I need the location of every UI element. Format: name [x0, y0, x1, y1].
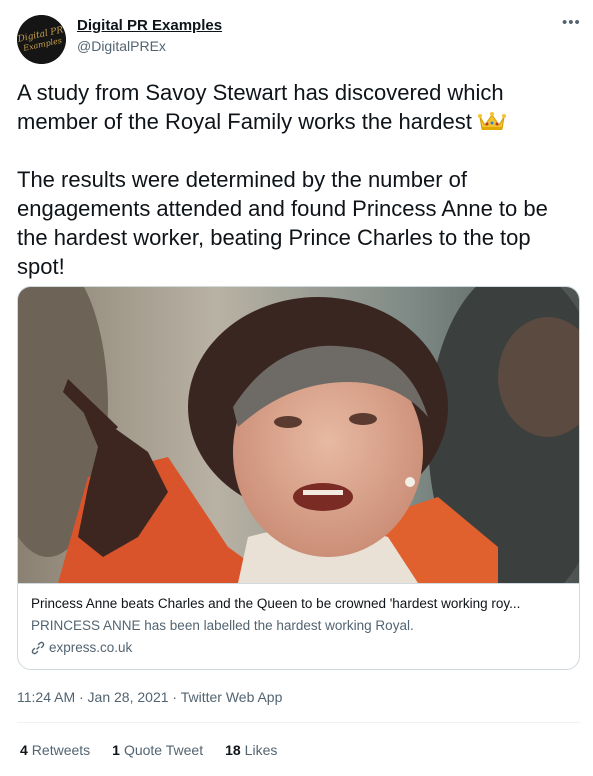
user-display-name[interactable]: Digital PR Examples	[77, 17, 222, 34]
quotes-count: 1	[112, 742, 120, 758]
retweets-stat[interactable]: 4 Retweets	[20, 742, 90, 758]
tweet-paragraph-1: A study from Savoy Stewart has discovere…	[17, 78, 577, 136]
more-horizontal-icon[interactable]: •••	[562, 14, 581, 31]
quote-tweets-stat[interactable]: 1 Quote Tweet	[112, 742, 203, 758]
card-domain[interactable]: express.co.uk	[31, 640, 132, 655]
digital-pr-examples-logo: Digital PR Examples	[17, 15, 66, 64]
card-domain-text: express.co.uk	[49, 640, 133, 655]
crown-emoji-icon	[477, 112, 506, 131]
avatar[interactable]: Digital PR Examples	[17, 15, 66, 64]
tweet-paragraph-2: The results were determined by the numbe…	[17, 167, 548, 279]
user-handle[interactable]: @DigitalPREx	[77, 38, 166, 54]
link-icon	[31, 641, 45, 654]
retweets-label: Retweets	[31, 742, 91, 758]
article-photo[interactable]	[18, 287, 580, 583]
likes-stat[interactable]: 18 Likes	[225, 742, 277, 758]
card-title[interactable]: Princess Anne beats Charles and the Quee…	[31, 596, 571, 611]
tweet-timestamp[interactable]: 11:24 AM · Jan 28, 2021 · Twitter Web Ap…	[17, 689, 282, 705]
quotes-label: Quote Tweet	[123, 742, 204, 758]
card-description: PRINCESS ANNE has been labelled the hard…	[31, 618, 414, 633]
divider	[17, 722, 580, 723]
tweet-line-1: A study from Savoy Stewart has discovere…	[17, 80, 504, 134]
tweet-text: A study from Savoy Stewart has discovere…	[17, 78, 577, 281]
likes-label: Likes	[244, 742, 278, 758]
retweets-count: 4	[20, 742, 28, 758]
likes-count: 18	[225, 742, 241, 758]
tweet-stats: 4 Retweets 1 Quote Tweet 18 Likes	[20, 742, 299, 758]
link-preview-card[interactable]: Princess Anne beats Charles and the Quee…	[17, 286, 580, 670]
card-info[interactable]: Princess Anne beats Charles and the Quee…	[18, 583, 579, 669]
